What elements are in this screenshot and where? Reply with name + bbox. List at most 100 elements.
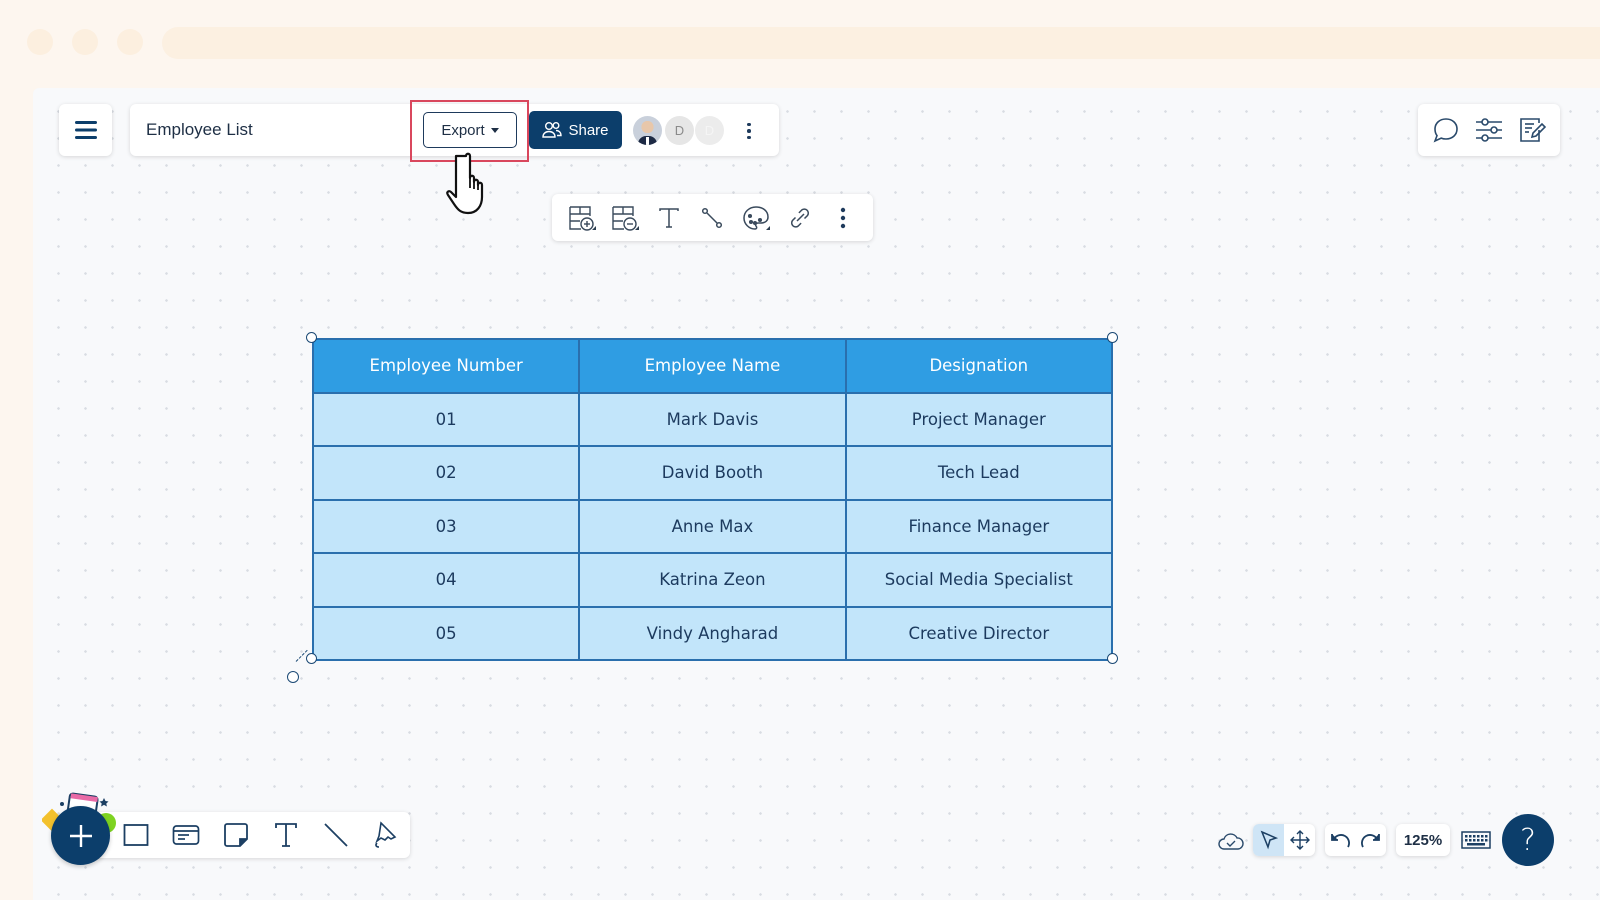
dropdown-indicator (635, 225, 640, 230)
table-cell[interactable]: Finance Manager (844, 498, 1114, 554)
avatar-tie (646, 137, 649, 145)
color-fill-button[interactable] (738, 200, 774, 236)
collaborator-avatar[interactable]: D (695, 116, 724, 145)
more-options-button[interactable] (740, 119, 758, 143)
browser-chrome (0, 0, 1600, 88)
text-style-button[interactable] (651, 200, 687, 236)
dropdown-indicator (591, 225, 596, 230)
rotate-handle[interactable] (287, 671, 299, 683)
collaborator-avatar-photo[interactable] (633, 116, 662, 145)
text-icon (659, 207, 679, 228)
table-more-button[interactable] (825, 200, 861, 236)
sticky-note-tool[interactable] (218, 817, 254, 853)
link-button[interactable] (782, 200, 818, 236)
keyboard-icon (1461, 831, 1491, 849)
plus-icon (69, 824, 92, 847)
shape-toolbar (90, 812, 410, 858)
table-cell[interactable]: Tech Lead (844, 445, 1114, 501)
redo-button[interactable] (1357, 826, 1385, 854)
kebab-vertical-icon (747, 122, 751, 127)
table-cell[interactable]: Mark Davis (578, 391, 847, 447)
right-side-panel (1418, 104, 1560, 156)
remove-row-button[interactable] (607, 200, 643, 236)
zoom-level-button[interactable]: 125% (1396, 824, 1450, 856)
resize-handle-top-left[interactable] (306, 332, 317, 343)
card-icon (172, 825, 200, 845)
table-row: 02 David Booth Tech Lead (311, 445, 1114, 501)
table-cell[interactable]: 05 (311, 605, 581, 661)
select-pointer-icon (1260, 830, 1278, 850)
table-cell[interactable]: Katrina Zeon (578, 552, 847, 608)
connector-button[interactable] (694, 200, 730, 236)
table-cell[interactable]: Anne Max (578, 498, 847, 554)
caret-down-icon (490, 127, 499, 133)
resize-handle-bottom-right[interactable] (1107, 653, 1118, 664)
undo-button[interactable] (1326, 826, 1354, 854)
table-cell[interactable]: 02 (311, 445, 581, 501)
add-button[interactable] (51, 806, 110, 865)
pan-mode-button[interactable] (1284, 824, 1315, 856)
save-status-button[interactable] (1216, 828, 1246, 854)
connector-icon (702, 207, 723, 228)
comment-icon (1433, 118, 1458, 143)
cloud-check-icon (1218, 833, 1244, 850)
pan-move-icon (1289, 830, 1310, 850)
users-icon (542, 122, 563, 138)
more-icon (840, 207, 846, 228)
redo-icon (1360, 834, 1380, 848)
window-dot (27, 29, 53, 55)
share-button[interactable]: Share (529, 111, 622, 149)
help-button[interactable]: ? (1502, 814, 1554, 866)
notes-button[interactable] (1516, 114, 1548, 146)
column-header[interactable]: Employee Number (311, 338, 581, 394)
interaction-mode-group (1253, 824, 1315, 856)
column-header[interactable]: Designation (844, 338, 1114, 394)
rectangle-icon (123, 824, 149, 846)
pen-icon (375, 821, 397, 848)
table-cell[interactable]: 01 (311, 391, 581, 447)
text-tool[interactable] (268, 817, 304, 853)
sliders-icon (1475, 118, 1502, 142)
line-tool[interactable] (318, 817, 354, 853)
column-header[interactable]: Employee Name (578, 338, 847, 394)
table-cell[interactable]: Social Media Specialist (844, 552, 1114, 608)
add-row-button[interactable] (564, 200, 600, 236)
share-label: Share (568, 121, 609, 139)
text-icon (275, 823, 297, 847)
table-row: 03 Anne Max Finance Manager (311, 498, 1114, 554)
table-context-toolbar (552, 194, 873, 241)
document-title[interactable]: Employee List (146, 120, 253, 140)
resize-handle-bottom-left[interactable] (306, 653, 317, 664)
employee-table[interactable]: Employee Number Employee Name Designatio… (311, 338, 1114, 661)
card-tool[interactable] (168, 817, 204, 853)
edit-notes-icon (1520, 118, 1547, 142)
collaborator-avatar[interactable]: D (665, 116, 694, 145)
export-button[interactable]: Export (423, 112, 517, 148)
settings-button[interactable] (1473, 114, 1505, 146)
hamburger-icon (74, 121, 97, 139)
undo-icon (1331, 834, 1351, 848)
pen-tool[interactable] (368, 817, 404, 853)
table-cell[interactable]: Creative Director (844, 605, 1114, 661)
window-dot (72, 29, 98, 55)
table-cell[interactable]: 03 (311, 498, 581, 554)
rectangle-tool[interactable] (118, 817, 154, 853)
table-cell[interactable]: Vindy Angharad (578, 605, 847, 661)
table-cell[interactable]: David Booth (578, 445, 847, 501)
table-row: 04 Katrina Zeon Social Media Specialist (311, 552, 1114, 608)
sticky-note-icon (224, 823, 248, 847)
select-mode-button[interactable] (1253, 824, 1284, 856)
export-label: Export (441, 121, 485, 139)
dropdown-indicator (766, 225, 771, 230)
history-group (1325, 824, 1386, 856)
address-bar[interactable] (162, 27, 1600, 59)
line-icon (324, 823, 348, 847)
keyboard-shortcuts-button[interactable] (1460, 828, 1492, 852)
comments-button[interactable] (1430, 114, 1462, 146)
table-cell[interactable]: 04 (311, 552, 581, 608)
table-header-row: Employee Number Employee Name Designatio… (311, 338, 1114, 394)
table-cell[interactable]: Project Manager (844, 391, 1114, 447)
resize-handle-top-right[interactable] (1107, 332, 1118, 343)
main-menu-button[interactable] (59, 104, 112, 156)
table-row: 01 Mark Davis Project Manager (311, 391, 1114, 447)
